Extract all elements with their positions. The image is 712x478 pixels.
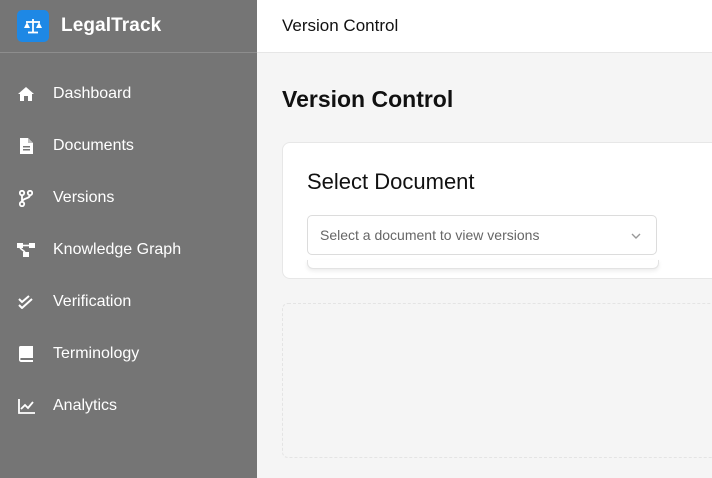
sidebar-item-versions[interactable]: Versions (0, 172, 257, 224)
document-select[interactable]: Select a document to view versions (307, 215, 657, 255)
book-icon (17, 345, 35, 363)
line-chart-icon (17, 397, 35, 415)
sidebar-item-analytics[interactable]: Analytics (0, 380, 257, 432)
sidebar-item-label: Knowledge Graph (53, 241, 182, 258)
sidebar-item-dashboard[interactable]: Dashboard (0, 68, 257, 120)
sidebar-item-label: Versions (53, 189, 115, 206)
sidebar-item-label: Terminology (53, 345, 140, 362)
sidebar: LegalTrack Dashboard Documents Versions … (0, 0, 257, 478)
brand[interactable]: LegalTrack (0, 0, 257, 53)
sidebar-item-knowledge-graph[interactable]: Knowledge Graph (0, 224, 257, 276)
brand-name: LegalTrack (61, 15, 162, 36)
graph-icon (17, 241, 35, 259)
sidebar-item-documents[interactable]: Documents (0, 120, 257, 172)
scale-icon (17, 10, 49, 42)
card-title: Select Document (307, 169, 475, 194)
branch-icon (17, 189, 35, 207)
select-placeholder: Select a document to view versions (320, 227, 540, 243)
main-content: Version Control Select Document Select a… (257, 53, 712, 478)
versions-empty-area (282, 303, 712, 458)
sidebar-nav: Dashboard Documents Versions Knowledge G… (0, 53, 257, 432)
double-check-icon (17, 293, 35, 311)
document-icon (17, 137, 35, 155)
sidebar-item-label: Dashboard (53, 85, 132, 102)
header-title: Version Control (282, 16, 399, 35)
sidebar-item-terminology[interactable]: Terminology (0, 328, 257, 380)
sidebar-item-verification[interactable]: Verification (0, 276, 257, 328)
select-document-card: Select Document Select a document to vie… (282, 142, 712, 279)
sidebar-item-label: Documents (53, 137, 134, 154)
home-icon (17, 85, 35, 103)
sidebar-item-label: Analytics (53, 397, 118, 414)
select-dropdown-menu (307, 260, 659, 269)
topbar: Version Control (257, 0, 712, 53)
chevron-down-icon (630, 229, 642, 241)
sidebar-item-label: Verification (53, 293, 132, 310)
page-title: Version Control (282, 86, 454, 112)
